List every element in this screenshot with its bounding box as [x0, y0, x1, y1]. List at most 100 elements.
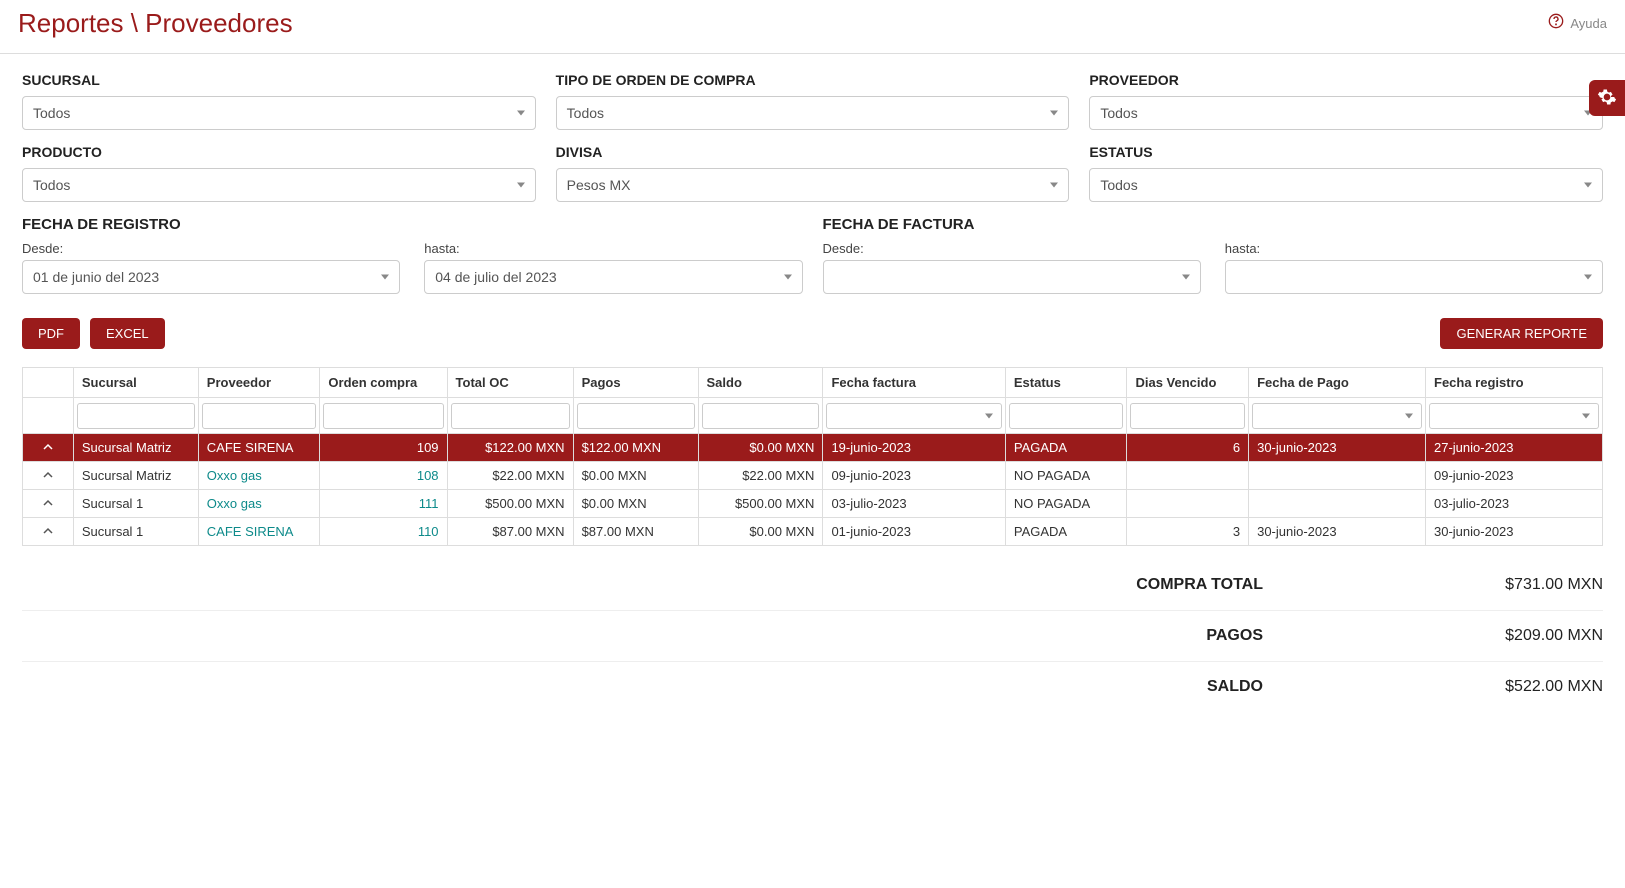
breadcrumb: Reportes \ Proveedores [18, 8, 293, 39]
filter-proveedor[interactable] [202, 403, 317, 429]
ff-hasta-select[interactable] [1225, 260, 1603, 294]
cell-proveedor[interactable]: Oxxo gas [198, 490, 320, 518]
sum-compra-val: $731.00 MXN [1263, 576, 1603, 594]
pdf-button[interactable]: PDF [22, 318, 80, 349]
fecha-factura-title: FECHA DE FACTURA [823, 216, 1604, 233]
cell-fpago: 30-junio-2023 [1249, 518, 1426, 546]
cell-saldo: $0.00 MXN [698, 518, 823, 546]
proveedor-label: PROVEEDOR [1089, 72, 1603, 88]
filter-fregistro[interactable] [1429, 403, 1599, 429]
th-estatus[interactable]: Estatus [1005, 368, 1127, 398]
cell-orden[interactable]: 109 [320, 434, 447, 462]
report-table: Sucursal Proveedor Orden compra Total OC… [22, 367, 1603, 546]
chevron-up-icon[interactable] [23, 434, 74, 462]
producto-label: PRODUCTO [22, 144, 536, 160]
th-saldo[interactable]: Saldo [698, 368, 823, 398]
filter-orden[interactable] [323, 403, 443, 429]
cell-estatus: PAGADA [1005, 518, 1127, 546]
chevron-up-icon[interactable] [23, 518, 74, 546]
estatus-select[interactable]: Todos [1089, 168, 1603, 202]
sum-saldo-label: SALDO [1083, 678, 1263, 696]
settings-tab[interactable] [1589, 80, 1625, 116]
th-fpago[interactable]: Fecha de Pago [1249, 368, 1426, 398]
cell-estatus: NO PAGADA [1005, 462, 1127, 490]
cell-pagos: $87.00 MXN [573, 518, 698, 546]
cell-orden[interactable]: 111 [320, 490, 447, 518]
fr-desde-label: Desde: [22, 241, 400, 256]
filter-total[interactable] [451, 403, 570, 429]
fr-desde-select[interactable]: 01 de junio del 2023 [22, 260, 400, 294]
cell-saldo: $500.00 MXN [698, 490, 823, 518]
sucursal-value: Todos [33, 105, 70, 121]
filter-saldo[interactable] [702, 403, 820, 429]
filter-estatus[interactable] [1009, 403, 1124, 429]
proveedor-select[interactable]: Todos [1089, 96, 1603, 130]
sucursal-select[interactable]: Todos [22, 96, 536, 130]
cell-dias: 6 [1127, 434, 1249, 462]
help-link[interactable]: Ayuda [1548, 13, 1607, 34]
filter-pagos[interactable] [577, 403, 695, 429]
producto-select[interactable]: Todos [22, 168, 536, 202]
cell-orden[interactable]: 108 [320, 462, 447, 490]
generar-reporte-button[interactable]: GENERAR REPORTE [1440, 318, 1603, 349]
divisa-select[interactable]: Pesos MX [556, 168, 1070, 202]
cell-estatus: PAGADA [1005, 434, 1127, 462]
cell-saldo: $0.00 MXN [698, 434, 823, 462]
cell-dias: 3 [1127, 518, 1249, 546]
th-fregistro[interactable]: Fecha registro [1426, 368, 1603, 398]
cell-fregistro: 27-junio-2023 [1426, 434, 1603, 462]
cell-sucursal: Sucursal Matriz [73, 434, 198, 462]
cell-total: $22.00 MXN [447, 462, 573, 490]
table-row[interactable]: Sucursal MatrizOxxo gas108$22.00 MXN$0.0… [23, 462, 1603, 490]
cell-orden[interactable]: 110 [320, 518, 447, 546]
sum-compra-label: COMPRA TOTAL [1083, 576, 1263, 594]
excel-button[interactable]: EXCEL [90, 318, 165, 349]
tipo-orden-value: Todos [567, 105, 604, 121]
divisa-label: DIVISA [556, 144, 1070, 160]
ff-desde-label: Desde: [823, 241, 1201, 256]
sum-saldo-val: $522.00 MXN [1263, 678, 1603, 696]
th-orden[interactable]: Orden compra [320, 368, 447, 398]
th-sucursal[interactable]: Sucursal [73, 368, 198, 398]
cell-estatus: NO PAGADA [1005, 490, 1127, 518]
filter-sucursal[interactable] [77, 403, 195, 429]
cell-sucursal: Sucursal 1 [73, 490, 198, 518]
ff-desde-select[interactable] [823, 260, 1201, 294]
filter-ffactura[interactable] [826, 403, 1001, 429]
cell-dias [1127, 462, 1249, 490]
th-proveedor[interactable]: Proveedor [198, 368, 320, 398]
fr-hasta-value: 04 de julio del 2023 [435, 269, 556, 285]
cell-pagos: $122.00 MXN [573, 434, 698, 462]
cell-proveedor[interactable]: CAFE SIRENA [198, 518, 320, 546]
cell-sucursal: Sucursal Matriz [73, 462, 198, 490]
cell-ffactura: 19-junio-2023 [823, 434, 1005, 462]
chevron-up-icon[interactable] [23, 462, 74, 490]
cell-pagos: $0.00 MXN [573, 490, 698, 518]
cell-proveedor[interactable]: Oxxo gas [198, 462, 320, 490]
fr-hasta-select[interactable]: 04 de julio del 2023 [424, 260, 802, 294]
estatus-value: Todos [1100, 177, 1137, 193]
filter-dias[interactable] [1130, 403, 1245, 429]
cell-ffactura: 09-junio-2023 [823, 462, 1005, 490]
filter-fpago[interactable] [1252, 403, 1422, 429]
cell-fpago [1249, 490, 1426, 518]
cell-fregistro: 03-julio-2023 [1426, 490, 1603, 518]
th-pagos[interactable]: Pagos [573, 368, 698, 398]
fr-hasta-label: hasta: [424, 241, 802, 256]
table-row[interactable]: Sucursal 1Oxxo gas111 $500.00 MXN$0.00 MX… [23, 490, 1603, 518]
cell-fregistro: 30-junio-2023 [1426, 518, 1603, 546]
th-total[interactable]: Total OC [447, 368, 573, 398]
ff-hasta-label: hasta: [1225, 241, 1603, 256]
th-ffactura[interactable]: Fecha factura [823, 368, 1005, 398]
table-row[interactable]: Sucursal 1CAFE SIRENA110$87.00 MXN$87.00… [23, 518, 1603, 546]
th-dias[interactable]: Dias Vencido [1127, 368, 1249, 398]
tipo-orden-select[interactable]: Todos [556, 96, 1070, 130]
help-icon [1548, 13, 1564, 34]
cell-dias [1127, 490, 1249, 518]
chevron-up-icon[interactable] [23, 490, 74, 518]
cell-proveedor[interactable]: CAFE SIRENA [198, 434, 320, 462]
cell-sucursal: Sucursal 1 [73, 518, 198, 546]
cell-fpago [1249, 462, 1426, 490]
table-row[interactable]: Sucursal MatrizCAFE SIRENA109 $122.00 MXN… [23, 434, 1603, 462]
fecha-registro-title: FECHA DE REGISTRO [22, 216, 803, 233]
